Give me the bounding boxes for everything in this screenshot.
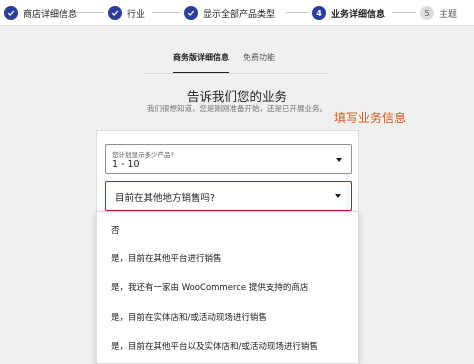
tab-business-details[interactable]: 商务版详细信息 [173,52,229,74]
option-woocommerce-store[interactable]: 是，我还有一家由 WooCommerce 提供支持的商店 [111,281,308,293]
setup-stepper: 商店详细信息 行业 显示全部产品类型 4 业务详细信息 5 主题 [0,0,474,26]
step-connector [286,12,308,13]
step-product-types[interactable]: 显示全部产品类型 [184,4,275,22]
option-platforms-and-physical[interactable]: 是，目前在其他平台以及实体店和/或活动现场进行销售 [111,340,318,352]
option-physical-stores[interactable]: 是，目前在实体店和/或活动现场进行销售 [111,311,267,323]
chevron-down-icon [336,158,342,162]
tab-free-features[interactable]: 免费功能 [243,52,275,70]
product-count-label: 您计划显示多少产品? [112,151,174,159]
step-label: 显示全部产品类型 [203,9,276,20]
tab-bar: 商务版详细信息 免费功能 [173,52,275,74]
step-industry[interactable]: 行业 [108,4,145,22]
tabs-divider [144,73,328,74]
step-label: 商店详细信息 [23,9,78,20]
step-connector [392,12,416,13]
step-number: 4 [312,6,326,20]
step-label: 主题 [439,9,458,20]
chevron-down-icon [335,194,341,198]
option-other-platforms[interactable]: 是，目前在其他平台进行销售 [111,252,222,264]
product-count-select[interactable]: 您计划显示多少产品? 1 - 10 [105,144,352,174]
step-label: 行业 [127,9,146,20]
selling-elsewhere-dropdown: 否 是，目前在其他平台进行销售 是，我还有一家由 WooCommerce 提供支… [96,211,359,364]
step-number: 5 [420,6,434,20]
selling-elsewhere-select[interactable]: 目前在其他地方销售吗? [105,181,352,211]
step-connector [76,12,104,13]
option-no[interactable]: 否 [111,224,120,236]
annotation-label: 填写业务信息 [334,111,407,125]
check-icon [184,6,198,20]
step-business-details[interactable]: 4 业务详细信息 [312,4,385,22]
selling-elsewhere-placeholder: 目前在其他地方销售吗? [115,193,216,204]
step-connector [152,12,180,13]
step-theme[interactable]: 5 主题 [420,4,457,22]
step-store-details[interactable]: 商店详细信息 [4,4,77,22]
check-icon [108,6,122,20]
check-icon [4,6,18,20]
step-label: 业务详细信息 [331,9,386,20]
product-count-value: 1 - 10 [112,159,140,170]
